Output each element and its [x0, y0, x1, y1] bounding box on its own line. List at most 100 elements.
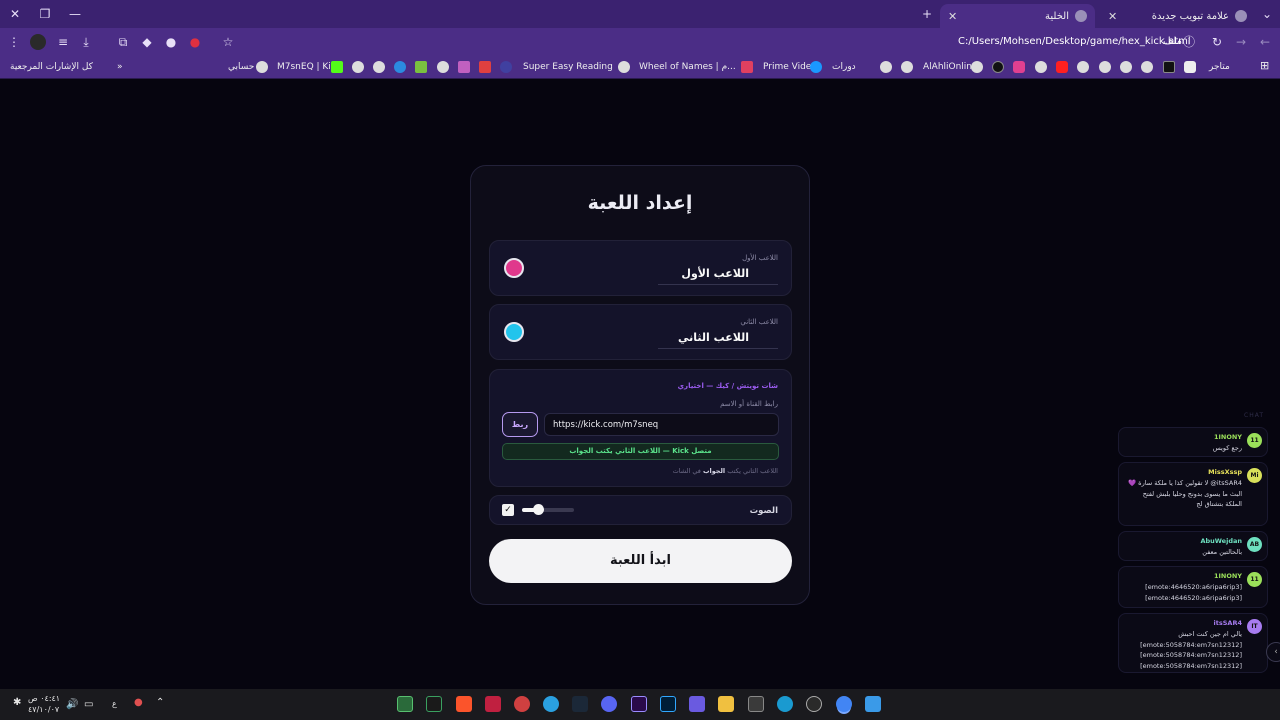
volume-slider[interactable] — [522, 504, 574, 515]
start-menu-icon[interactable] — [865, 696, 881, 712]
minimize-window-icon[interactable]: — — [66, 5, 84, 23]
taskbar-date[interactable]: ٤٧/١٠/٠٧ — [28, 705, 59, 714]
reading-list-icon[interactable]: ≡ — [55, 34, 71, 50]
brave-icon[interactable] — [456, 696, 472, 712]
app-red-icon[interactable] — [514, 696, 530, 712]
player1-label: اللاعب الأول — [742, 254, 778, 262]
chat-username: MissXssp — [1208, 468, 1242, 476]
bookmark-super-easy-reading[interactable]: Super Easy Reading — [523, 61, 613, 73]
channel-url-input[interactable] — [544, 413, 779, 436]
address-url[interactable]: C:/Users/Mohsen/Desktop/game/hex_kick.ht… — [958, 36, 1191, 47]
app-play-icon[interactable] — [689, 696, 705, 712]
apps-grid-icon[interactable]: ⊞ — [1260, 60, 1269, 72]
chat-text: يالي ام جين كنت احبش [emote:5058784:em7s… — [1140, 630, 1242, 670]
language-indicator[interactable]: ع — [112, 699, 117, 708]
volume-knob[interactable] — [532, 504, 544, 515]
chat-message: 11 1INONY رجع كويس — [1118, 427, 1268, 457]
bookmark-stores[interactable]: متاجر — [1209, 61, 1230, 73]
notifications-icon[interactable]: ✱ — [13, 697, 21, 708]
tab-search-icon[interactable]: ⌄ — [1258, 5, 1276, 23]
site-icon — [1184, 61, 1196, 73]
menu-icon[interactable]: ⋮ — [6, 34, 22, 50]
close-window-icon[interactable]: ✕ — [6, 5, 24, 23]
player2-color-swatch[interactable] — [504, 322, 524, 342]
store-icon[interactable] — [748, 696, 764, 712]
address-scheme-label: ملف — [1163, 36, 1183, 47]
chat-avatar: 11 — [1247, 572, 1262, 587]
bookmark-courses[interactable]: دورات — [832, 61, 856, 73]
tab-hive[interactable]: الخلية ✕ — [940, 4, 1095, 28]
discord-icon[interactable] — [601, 696, 617, 712]
terminal-icon[interactable] — [426, 696, 442, 712]
download-icon[interactable]: ⤓ — [78, 34, 94, 50]
steam-icon[interactable] — [572, 696, 588, 712]
tab-new-tab[interactable]: علامة تبويب جديدة ✕ — [1100, 4, 1255, 28]
chat-avatar: Mi — [1247, 468, 1262, 483]
chat-hint: اللاعب الثاني يكتب الجواب في الشات — [673, 467, 778, 475]
tray-overflow-icon[interactable]: ⌃ — [156, 697, 164, 708]
premiere-icon[interactable] — [631, 696, 647, 712]
chat-panel-title: شات تويتش / كيك — اختياري — [677, 382, 778, 390]
player1-name-input[interactable]: اللاعب الأول — [681, 267, 749, 280]
volume-icon[interactable]: 🔊 — [66, 699, 78, 710]
sound-checkbox[interactable]: ✓ — [502, 504, 514, 516]
start-game-button[interactable]: ابدأ اللعبة — [489, 539, 792, 583]
bookmarks-overflow-icon[interactable]: » — [117, 61, 123, 73]
extension-diamond-icon[interactable]: ◆ — [139, 34, 155, 50]
globe-icon — [1120, 61, 1132, 73]
microphone-icon[interactable]: ● — [134, 697, 143, 708]
app-circle-icon[interactable] — [806, 696, 822, 712]
player1-color-swatch[interactable] — [504, 258, 524, 278]
extension-red-icon[interactable]: ● — [187, 34, 203, 50]
kick-icon — [331, 61, 343, 73]
chat-header: CHAT — [1244, 412, 1265, 419]
globe-icon — [1099, 61, 1111, 73]
tab-close-icon[interactable]: ✕ — [1108, 10, 1117, 23]
chat-text: [emote:4646520:a6ripa6rip3] [emote:46465… — [1145, 583, 1242, 602]
globe-icon — [880, 61, 892, 73]
reload-icon[interactable]: ↻ — [1209, 34, 1225, 50]
player2-name-input[interactable]: اللاعب الثاني — [678, 331, 749, 344]
chat-message: Mi MissXssp itsSAR4@ لا تقولين كذا يا مل… — [1118, 462, 1268, 526]
site-icon — [500, 61, 512, 73]
taskbar-time[interactable]: ٠٤:٤١ ص — [28, 694, 60, 703]
profile-avatar[interactable] — [30, 34, 46, 50]
chat-username: 1INONY — [1213, 572, 1242, 580]
collapse-chat-icon[interactable]: ‹ — [1266, 642, 1280, 662]
tab-favicon-icon — [1075, 10, 1087, 22]
channel-field-label: رابط القناة أو الاسم — [720, 400, 778, 408]
edge-icon[interactable] — [777, 696, 793, 712]
bookmark-star-icon[interactable]: ☆ — [220, 34, 236, 50]
restore-window-icon[interactable]: ❐ — [36, 5, 54, 23]
tab-title: الخلية — [1045, 10, 1069, 22]
excel-icon[interactable] — [397, 696, 413, 712]
link-button[interactable]: ربط — [502, 412, 538, 437]
new-tab-icon[interactable]: + — [918, 5, 936, 23]
player2-label: اللاعب الثاني — [740, 318, 778, 326]
chrome-icon[interactable] — [836, 696, 852, 712]
tab-close-icon[interactable]: ✕ — [948, 10, 957, 23]
bookmark-account[interactable]: حسابي — [228, 61, 254, 73]
file-explorer-icon[interactable] — [718, 696, 734, 712]
network-icon[interactable]: ▭ — [84, 699, 93, 710]
extensions-icon[interactable]: ⧉ — [115, 34, 131, 50]
back-icon[interactable]: ← — [1257, 34, 1273, 50]
prime-video-icon — [810, 61, 822, 73]
photoshop-icon[interactable] — [660, 696, 676, 712]
bookmark-prime-video[interactable]: Prime Video — [763, 61, 817, 73]
bookmark-alahli[interactable]: AlAhliOnline — [923, 61, 978, 73]
tab-title: علامة تبويب جديدة — [1151, 10, 1229, 22]
forward-icon[interactable]: → — [1233, 34, 1249, 50]
bookmark-wheel-of-names[interactable]: Wheel of Names | م... — [639, 61, 736, 73]
chat-avatar: 11 — [1247, 433, 1262, 448]
globe-icon — [437, 61, 449, 73]
chat-username: AbuWejdan — [1200, 537, 1242, 545]
extension-badge-icon[interactable]: ● — [163, 34, 179, 50]
browser-titlebar: ✕ ❐ — + الخلية ✕ علامة تبويب جديدة ✕ ⌄ — [0, 0, 1280, 28]
info-icon[interactable]: ⓘ — [1181, 34, 1197, 50]
globe-icon — [256, 61, 268, 73]
app-a-icon[interactable] — [485, 696, 501, 712]
bookmark-all[interactable]: كل الإشارات المرجعية — [10, 61, 93, 73]
player2-panel: اللاعب الثاني اللاعب الثاني — [489, 304, 792, 360]
telegram-icon[interactable] — [543, 696, 559, 712]
